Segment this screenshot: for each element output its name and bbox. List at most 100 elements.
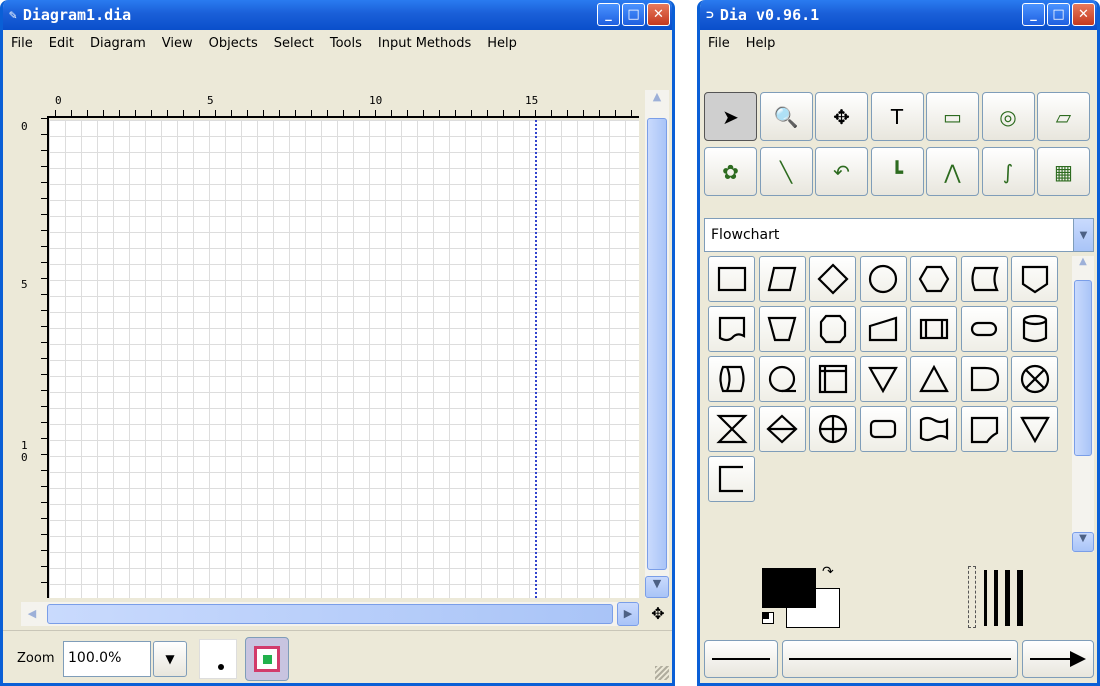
shape-annotation[interactable]: [708, 456, 755, 502]
shape-scrollbar[interactable]: ▲ ▼: [1072, 256, 1094, 552]
diagram-canvas[interactable]: [49, 120, 639, 598]
scroll-down-arrow[interactable]: ▼: [645, 576, 669, 598]
close-button[interactable]: ✕: [1072, 3, 1095, 26]
menu-edit[interactable]: Edit: [41, 36, 82, 51]
data-icon: [767, 266, 797, 292]
menu-select[interactable]: Select: [266, 36, 322, 51]
shape-delay[interactable]: [960, 356, 1008, 402]
toolbox-titlebar[interactable]: ⊃ Dia v0.96.1 _ □ ✕: [700, 0, 1097, 30]
shape-connector[interactable]: [859, 256, 907, 302]
menu-input-methods[interactable]: Input Methods: [370, 36, 479, 51]
resize-grip-icon[interactable]: [655, 666, 669, 680]
shape-manual-operation[interactable]: [758, 306, 806, 352]
diagram-titlebar[interactable]: ✎ Diagram1.dia _ □ ✕: [3, 0, 672, 30]
shape-stored-data[interactable]: [960, 256, 1008, 302]
menu-help[interactable]: Help: [479, 36, 525, 51]
line-style-button[interactable]: [782, 640, 1018, 678]
navigation-cross-icon[interactable]: ✥: [647, 604, 669, 626]
minimize-button[interactable]: _: [597, 3, 620, 26]
shape-summing-junction[interactable]: [1011, 356, 1058, 402]
shape-magnetic-disk[interactable]: [1011, 306, 1058, 352]
maximize-button[interactable]: □: [622, 3, 645, 26]
menu-view[interactable]: View: [154, 36, 201, 51]
horizontal-scroll-thumb[interactable]: [47, 604, 613, 624]
shape-card[interactable]: [960, 406, 1008, 452]
shape-preparation[interactable]: [910, 256, 957, 302]
line-width-area[interactable]: [968, 566, 1038, 628]
shape-off-page-connector[interactable]: [1011, 256, 1058, 302]
arc-tool[interactable]: ↶: [815, 147, 868, 196]
snap-to-grid-toggle[interactable]: [199, 639, 237, 679]
start-arrow-button[interactable]: [704, 640, 778, 678]
scroll-up-arrow[interactable]: ▲: [1072, 256, 1094, 276]
shape-merge[interactable]: [859, 356, 907, 402]
menu-file[interactable]: File: [3, 36, 41, 51]
shape-manual-input[interactable]: [859, 306, 907, 352]
shape-sort[interactable]: [758, 406, 806, 452]
close-button[interactable]: ✕: [647, 3, 670, 26]
shape-punched-tape[interactable]: [910, 406, 957, 452]
shape-document[interactable]: [708, 306, 755, 352]
menu-objects[interactable]: Objects: [201, 36, 266, 51]
line-width-1-icon[interactable]: [984, 570, 987, 626]
polygon-tool[interactable]: ▱: [1037, 92, 1090, 141]
line-width-4-icon[interactable]: [1017, 570, 1023, 626]
line-width-2-icon[interactable]: [994, 570, 998, 626]
polyline-tool[interactable]: ⋀: [926, 147, 979, 196]
magnify-tool[interactable]: 🔍: [759, 92, 813, 141]
bezier-line-tool[interactable]: ∫: [981, 147, 1035, 196]
shape-decision[interactable]: [809, 256, 856, 302]
vertical-scroll-thumb[interactable]: [647, 118, 667, 570]
scroll-tool[interactable]: ✥: [815, 92, 868, 141]
beziergon-tool[interactable]: ✿: [704, 147, 757, 196]
pointer-tool[interactable]: ➤: [704, 92, 757, 141]
shape-display[interactable]: [859, 406, 907, 452]
menu-file[interactable]: File: [700, 36, 738, 51]
end-arrow-button[interactable]: [1022, 640, 1094, 678]
zoom-input[interactable]: 100.0%: [63, 641, 151, 677]
diagram-menubar: File Edit Diagram View Objects Select To…: [3, 30, 672, 56]
shape-process[interactable]: [708, 256, 755, 302]
shape-or[interactable]: [809, 406, 856, 452]
image-tool[interactable]: ▦: [1037, 147, 1090, 196]
shape-internal-storage[interactable]: [809, 356, 856, 402]
minimize-button[interactable]: _: [1022, 3, 1045, 26]
shape-extract[interactable]: [910, 356, 957, 402]
box-tool[interactable]: ▭: [926, 92, 979, 141]
sort-icon: [766, 414, 798, 444]
sheet-selector[interactable]: Flowchart ▼: [704, 218, 1094, 252]
maximize-button[interactable]: □: [1047, 3, 1070, 26]
vertical-scrollbar[interactable]: ▲ ▼: [645, 90, 669, 598]
scroll-right-arrow[interactable]: ▶: [617, 602, 639, 626]
foreground-color-swatch[interactable]: [762, 568, 816, 608]
color-area[interactable]: ↷: [758, 564, 854, 630]
scroll-left-arrow[interactable]: ◀: [21, 602, 43, 626]
extract-icon: [918, 364, 949, 393]
shape-scroll-thumb[interactable]: [1074, 280, 1092, 456]
shape-data[interactable]: [758, 256, 806, 302]
menu-tools[interactable]: Tools: [322, 36, 370, 51]
line-width-3-icon[interactable]: [1005, 570, 1010, 626]
text-tool[interactable]: T: [870, 92, 924, 141]
magnify-icon: 🔍: [773, 104, 799, 129]
shape-terminator[interactable]: [960, 306, 1008, 352]
menu-help[interactable]: Help: [738, 36, 784, 51]
shape-direct-access-storage[interactable]: [708, 356, 755, 402]
default-colors-icon[interactable]: [762, 612, 774, 624]
shape-sequential-access[interactable]: [758, 356, 806, 402]
shape-predefined-process[interactable]: [910, 306, 957, 352]
chevron-down-icon[interactable]: ▼: [1073, 219, 1093, 251]
shape-transfer[interactable]: [1011, 406, 1058, 452]
shape-collate[interactable]: [708, 406, 755, 452]
swap-colors-icon[interactable]: ↷: [822, 564, 834, 580]
toggle-object-snap-button[interactable]: [245, 637, 289, 681]
zoom-dropdown-button[interactable]: ▼: [153, 641, 187, 677]
zigzag-line-tool[interactable]: ┗: [870, 147, 924, 196]
line-tool[interactable]: ╲: [759, 147, 813, 196]
shape-extract-or-merge[interactable]: [809, 306, 856, 352]
horizontal-scrollbar[interactable]: ◀ ▶: [21, 602, 639, 626]
menu-diagram[interactable]: Diagram: [82, 36, 154, 51]
ellipse-tool[interactable]: ◎: [981, 92, 1035, 141]
scroll-down-arrow[interactable]: ▼: [1072, 532, 1094, 552]
scroll-up-arrow[interactable]: ▲: [645, 90, 669, 114]
